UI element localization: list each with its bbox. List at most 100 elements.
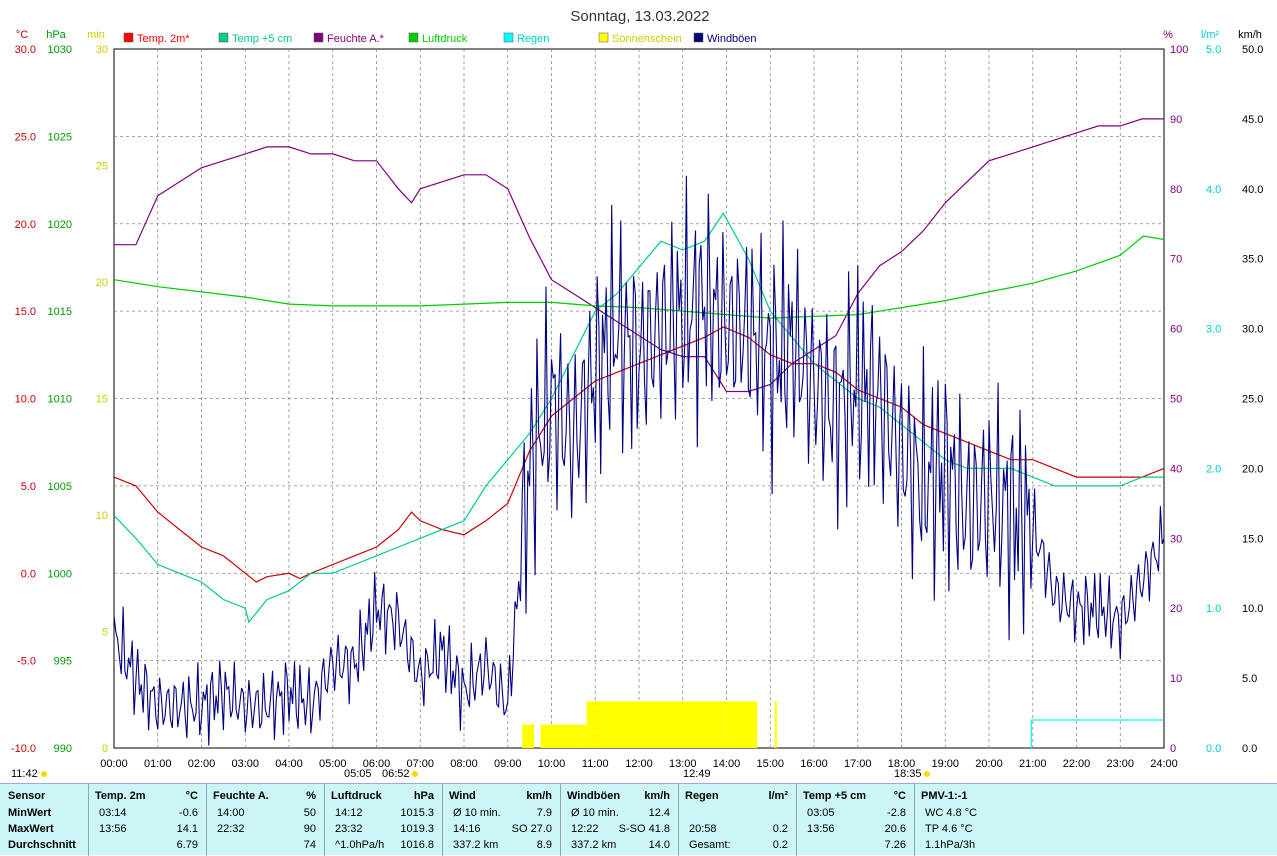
stats-cell-value: -0.6	[179, 807, 198, 819]
time-tick: 00:00	[100, 758, 128, 770]
stats-section: Luftdruck hPa 14:12 1015.3 23:32 1019.3 ^1.0hP…	[324, 784, 442, 856]
time-tick: 20:00	[975, 758, 1003, 770]
legend: Temp. 2m* Temp +5 cm Feuchte A.* Luftdruck R…	[123, 32, 757, 45]
weather-chart: Sonntag, 13.03.2022 30.0 25.0 20.0 15.0 10.0…	[11, 8, 1264, 780]
stats-section-unit: l/m²	[768, 790, 788, 802]
sun-axis-tick: 25	[96, 161, 108, 173]
time-tick: 03:00	[231, 758, 259, 770]
legend-swatch	[503, 32, 514, 43]
pressure-axis-tick: 1005	[48, 481, 72, 493]
stats-cell-value: 7.26	[884, 839, 906, 851]
humidity-axis-tick: 30	[1170, 533, 1182, 545]
sunrise-civil-label: 05:05	[344, 768, 372, 780]
stats-section-name: Regen	[685, 790, 719, 802]
temp-axis-tick: 30.0	[15, 44, 36, 56]
legend-label: Sonnenschein	[612, 33, 682, 45]
sunshine-bar	[522, 724, 534, 748]
pressure-axis-tick: 990	[54, 743, 72, 755]
stats-section-unit: km/h	[644, 790, 670, 802]
humidity-axis-tick: 0	[1170, 743, 1176, 755]
stats-cell-label: 12:22	[571, 823, 599, 835]
wind-axis-unit: km/h	[1238, 29, 1262, 41]
humidity-axis-tick: 80	[1170, 184, 1182, 196]
stats-cell-label: 23:32	[335, 823, 363, 835]
rain-axis-tick: 0.0	[1206, 743, 1221, 755]
legend-swatch	[123, 32, 134, 43]
humidity-axis-tick: 60	[1170, 324, 1182, 336]
time-tick: 19:00	[931, 758, 959, 770]
time-tick: 07:00	[406, 758, 434, 770]
noon-label: 12:49	[683, 768, 711, 780]
time-tick: 08:00	[450, 758, 478, 770]
stats-cell-label: 13:56	[807, 823, 835, 835]
stats-cell-label: Gesamt:	[689, 839, 731, 851]
wind-axis-tick: 20.0	[1242, 463, 1263, 475]
stats-section-unit: %	[306, 790, 316, 802]
stats-cell-value: 14.0	[648, 839, 670, 851]
stats-section-name: Temp +5 cm	[803, 790, 867, 802]
rain-axis-tick: 2.0	[1206, 463, 1221, 475]
humidity-axis-tick: 50	[1170, 394, 1182, 406]
time-tick: 23:00	[1106, 758, 1134, 770]
sunshine-bar	[582, 724, 587, 748]
legend-label: Feuchte A.*	[327, 33, 385, 45]
pressure-axis-tick: 1030	[48, 44, 72, 56]
humidity-axis-tick: 40	[1170, 463, 1182, 475]
pressure-axis-tick: 1010	[48, 394, 72, 406]
time-tick: 04:00	[275, 758, 303, 770]
stats-cell-label: 337.2 km	[571, 839, 617, 851]
day-length-label: 11:42	[11, 768, 38, 780]
pressure-axis-tick: 1020	[48, 219, 72, 231]
time-tick: 09:00	[494, 758, 522, 770]
stats-labels: Sensor MinWert MaxWert Durchschnitt	[0, 784, 88, 856]
time-tick: 05:00	[319, 758, 347, 770]
stats-cell-value: S-SO 41.8	[618, 823, 670, 835]
stats-section-name: Windböen	[567, 790, 621, 802]
stats-cell-label: 14:00	[217, 807, 245, 819]
stats-section: Wind km/h Ø 10 min. 7.9 14:16 SO 27.0 337.2 km…	[442, 784, 560, 856]
stats-cell-value: 20.6	[884, 823, 906, 835]
sun-axis-tick: 10	[96, 510, 108, 522]
chart-title: Sonntag, 13.03.2022	[570, 8, 709, 25]
time-tick: 16:00	[800, 758, 828, 770]
stats-cell-label: 13:56	[99, 823, 127, 835]
legend-swatch	[598, 32, 609, 43]
stats-cell-value: 50	[303, 807, 316, 819]
legend-label: Regen	[517, 33, 549, 45]
time-tick: 24:00	[1150, 758, 1178, 770]
stats-section: PMV-1:-1 WC 4.8 °C TP 4.6 °C 1.1hPa/3h	[914, 784, 1277, 856]
wind-axis-tick: 25.0	[1242, 394, 1263, 406]
stats-cell-value: 8.9	[536, 839, 552, 851]
stats-section-name: PMV-1:-1	[921, 790, 968, 802]
stats-section: Windböen km/h Ø 10 min. 12.4 12:22 S-SO 41.8 3…	[560, 784, 678, 856]
wind-axis-tick: 45.0	[1242, 114, 1263, 126]
time-tick: 17:00	[844, 758, 872, 770]
stats-section: Regen l/m² 20:58 0.2 Gesamt: 0.2	[678, 784, 796, 856]
stats-row-label: MinWert	[8, 807, 52, 819]
wind-axis-tick: 5.0	[1242, 673, 1257, 685]
legend-label: Temp. 2m*	[137, 33, 190, 45]
sunset-sun-icon	[924, 771, 930, 777]
stats-cell-label: 14:12	[335, 807, 363, 819]
rain-axis-tick: 1.0	[1206, 603, 1221, 615]
rain-axis-tick: 5.0	[1206, 44, 1221, 56]
temp-axis-unit: °C	[16, 29, 28, 41]
time-tick: 22:00	[1063, 758, 1091, 770]
stats-cell-value: 1015.3	[400, 807, 434, 819]
legend-label: Windböen	[707, 33, 757, 45]
temp-axis-tick: 20.0	[15, 219, 36, 231]
temp-axis-tick: 25.0	[15, 131, 36, 143]
stats-cell-value: SO 27.0	[511, 823, 552, 835]
stats-section-unit: °C	[893, 790, 906, 802]
time-tick: 14:00	[713, 758, 741, 770]
stats-section: Temp. 2m °C 03:14 -0.6 13:56 14.1 6.79	[88, 784, 206, 856]
stats-cell-value: 14.1	[176, 823, 198, 835]
sunshine-bar	[722, 701, 727, 748]
time-tick: 01:00	[144, 758, 172, 770]
rain-axis-tick: 3.0	[1206, 324, 1221, 336]
stats-section: Temp +5 cm °C 03:05 -2.8 13:56 20.6 7.26	[796, 784, 914, 856]
sunshine-bar	[595, 701, 723, 748]
wind-axis-tick: 10.0	[1242, 603, 1263, 615]
stats-section-name: Feuchte A.	[213, 790, 269, 802]
stats-cell-label: WC 4.8 °C	[925, 807, 978, 819]
